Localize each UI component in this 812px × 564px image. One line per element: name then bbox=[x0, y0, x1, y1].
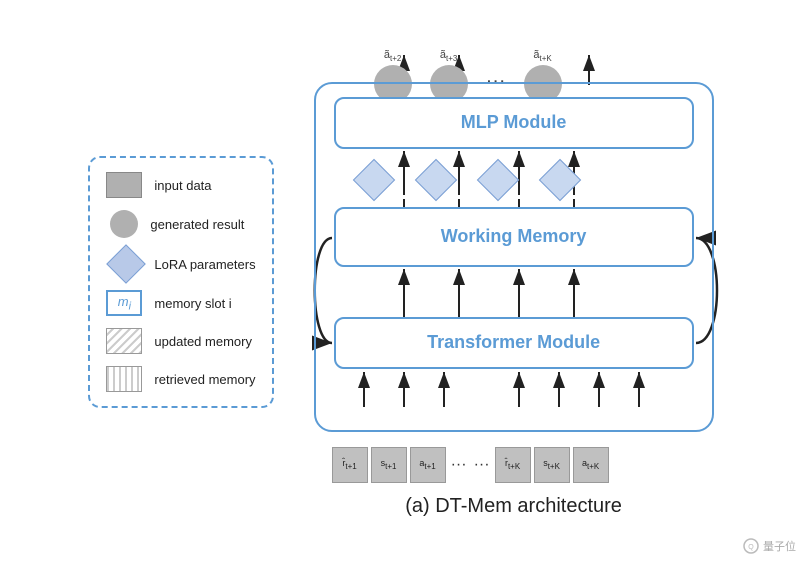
page: input data generated result LoRA paramet… bbox=[0, 0, 812, 564]
diamond-4 bbox=[538, 158, 580, 200]
mlp-label: MLP Module bbox=[461, 112, 567, 133]
lora-icon bbox=[107, 244, 147, 284]
svg-text:Q: Q bbox=[748, 544, 754, 551]
diamond-2 bbox=[414, 158, 456, 200]
memory-slot-icon: mi bbox=[106, 290, 142, 316]
diamond-1 bbox=[352, 158, 394, 200]
input-data-icon bbox=[106, 172, 142, 198]
diagram-area: ãt+2 ãt+3 ··· ãt+K bbox=[304, 47, 724, 518]
legend-lora-label: LoRA parameters bbox=[154, 257, 255, 272]
watermark: Q 量子位 bbox=[743, 538, 796, 554]
legend-updated-memory-label: updated memory bbox=[154, 334, 252, 349]
legend-memory-slot: mi memory slot i bbox=[106, 290, 255, 316]
legend-lora-params: LoRA parameters bbox=[106, 250, 255, 278]
working-memory-label: Working Memory bbox=[441, 226, 587, 247]
legend-retrieved-memory: retrieved memory bbox=[106, 366, 255, 392]
mlp-box: MLP Module bbox=[334, 97, 694, 149]
diagram-wrapper: ãt+2 ãt+3 ··· ãt+K bbox=[304, 47, 724, 487]
updated-memory-icon bbox=[106, 328, 142, 354]
token-ellipsis-2: ··· bbox=[472, 447, 492, 483]
main-container: input data generated result LoRA paramet… bbox=[0, 37, 812, 528]
token-a-t1: at+1 bbox=[410, 447, 446, 483]
watermark-icon: Q bbox=[743, 538, 759, 554]
diagram-caption: (a) DT-Mem architecture bbox=[405, 495, 622, 518]
legend-generated-result-label: generated result bbox=[150, 217, 244, 232]
legend-generated-result: generated result bbox=[106, 210, 255, 238]
token-ellipsis-1: ··· bbox=[449, 447, 469, 483]
transformer-box: Transformer Module bbox=[334, 317, 694, 369]
input-tokens-row: r̂t+1 st+1 at+1 ··· ··· r̂t+K st+K at+K bbox=[332, 447, 609, 483]
legend-input-data: input data bbox=[106, 172, 255, 198]
token-s-t1: st+1 bbox=[371, 447, 407, 483]
legend-memory-slot-label: memory slot i bbox=[154, 296, 231, 311]
legend-updated-memory: updated memory bbox=[106, 328, 255, 354]
working-memory-box: Working Memory bbox=[334, 207, 694, 267]
generated-result-icon bbox=[110, 210, 138, 238]
transformer-label: Transformer Module bbox=[427, 332, 600, 353]
diamonds-row bbox=[359, 165, 575, 195]
token-r-t1: r̂t+1 bbox=[332, 447, 368, 483]
legend-input-data-label: input data bbox=[154, 178, 211, 193]
token-r-tK: r̂t+K bbox=[495, 447, 531, 483]
token-a-tK: at+K bbox=[573, 447, 609, 483]
token-s-tK: st+K bbox=[534, 447, 570, 483]
watermark-text: 量子位 bbox=[763, 538, 796, 554]
legend-box: input data generated result LoRA paramet… bbox=[88, 156, 273, 408]
retrieved-memory-icon bbox=[106, 366, 142, 392]
legend-retrieved-memory-label: retrieved memory bbox=[154, 372, 255, 387]
diamond-3 bbox=[476, 158, 518, 200]
